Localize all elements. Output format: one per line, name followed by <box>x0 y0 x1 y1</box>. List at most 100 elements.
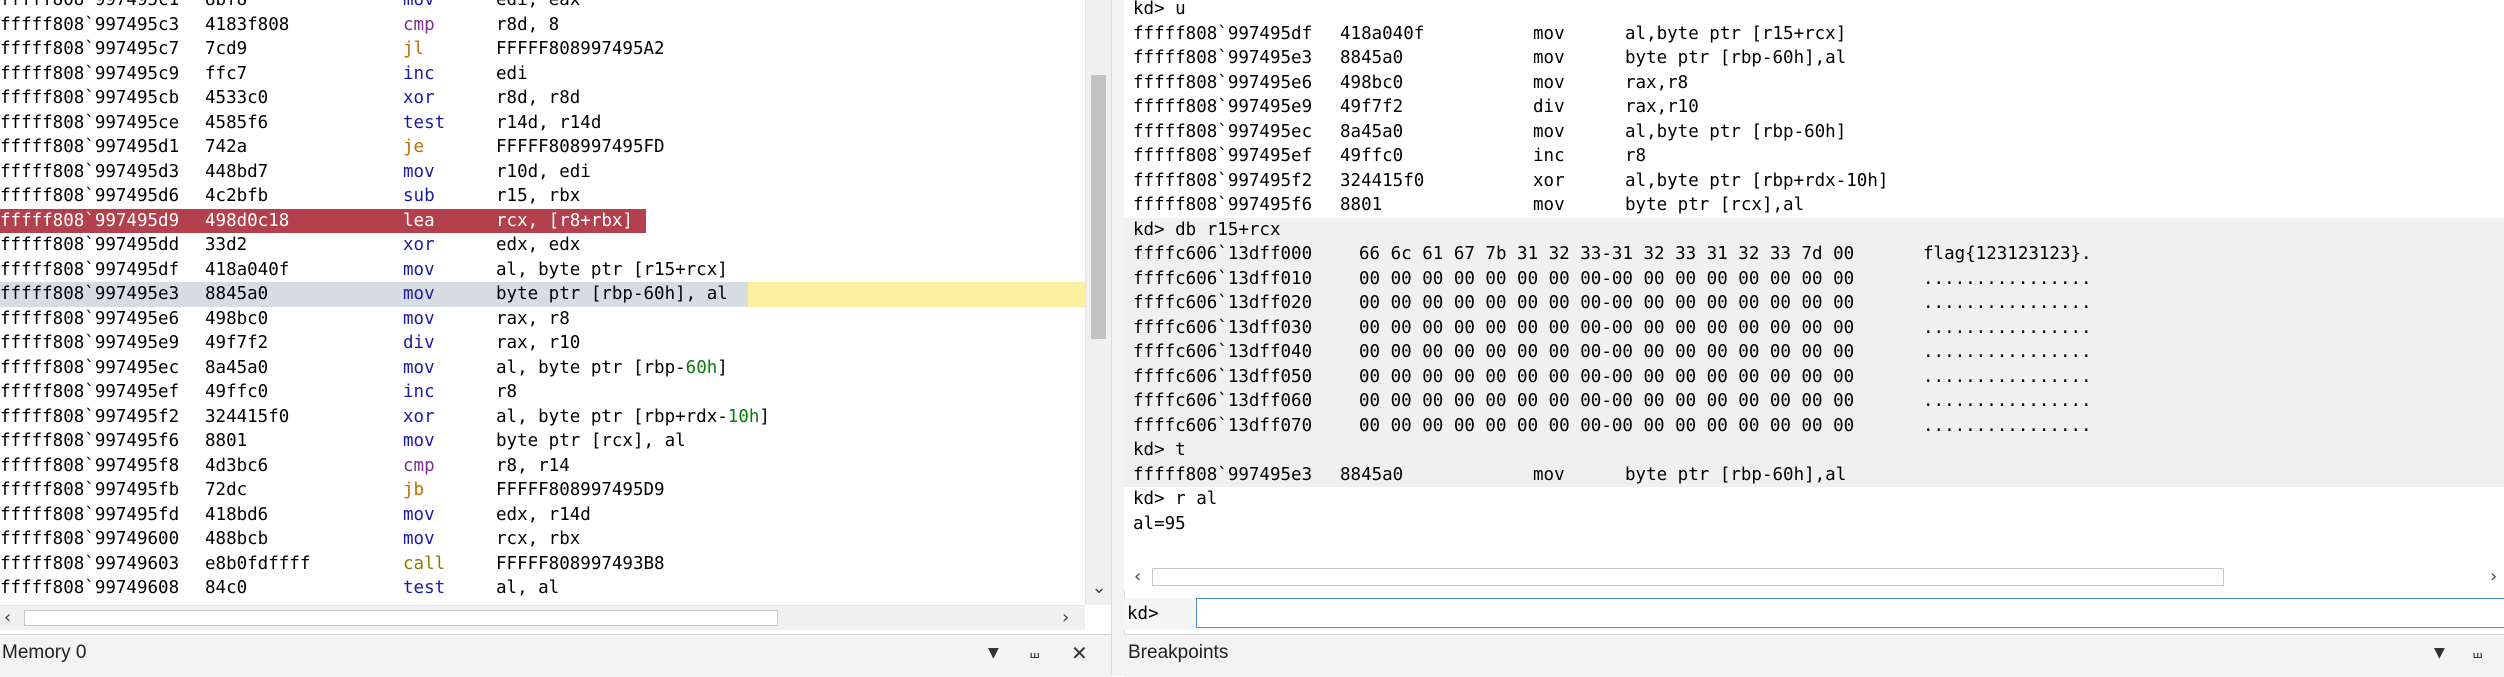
current-instruction-highlight-tail <box>748 282 1085 307</box>
output-column-c1: ffffc606`13dff000 <box>1133 244 1313 264</box>
instruction-operands: r10d, edi <box>496 160 591 185</box>
instruction-operands: r14d, r14d <box>496 111 601 136</box>
close-icon[interactable]: ✕ <box>1071 640 1088 666</box>
disassembly-vertical-scroll-thumb[interactable] <box>1091 75 1106 339</box>
output-column-c1: fffff808`997495f6 <box>1133 195 1313 215</box>
instruction-operands: FFFFF808997493B8 <box>496 552 665 577</box>
instruction-address: fffff808`99749603 <box>0 553 180 574</box>
output-column-c4: al,byte ptr [rbp-60h] <box>1625 121 1847 142</box>
output-column-c1: ffffc606`13dff030 <box>1133 317 1313 338</box>
instruction-bytes: 742a <box>205 137 248 157</box>
instruction-bytes: 418bd6 <box>205 504 269 525</box>
instruction-bytes: 8bf8 <box>205 0 248 10</box>
instruction-operands: FFFFF808997495FD <box>496 135 665 160</box>
command-input-bar: kd> <box>1124 598 2504 630</box>
breakpoints-panel-title: Breakpoints <box>1128 642 1229 663</box>
output-column-c1: al=95 <box>1133 513 1186 534</box>
instruction-mnemonic: div <box>403 333 435 353</box>
operand-text: byte ptr [rbp-60h], al <box>496 284 728 304</box>
output-column-c3: mov <box>1533 195 1565 215</box>
instruction-operands: edx, edx <box>496 233 580 258</box>
operand-text: FFFFF808997493B8 <box>496 553 665 574</box>
instruction-mnemonic: test <box>403 578 446 598</box>
memory-panel-tab[interactable]: Memory 0 ▼ ⧢ ✕ <box>0 634 1111 677</box>
instruction-operands: r8 <box>496 380 517 405</box>
disassembly-horizontal-scrollbar[interactable]: ‹ › <box>0 605 1085 630</box>
scroll-left-arrow-icon[interactable]: ‹ <box>4 606 20 630</box>
output-column-c1: fffff808`997495e9 <box>1133 97 1313 117</box>
output-column-c3: ................ <box>1923 391 2092 411</box>
instruction-mnemonic: xor <box>403 235 435 255</box>
instruction-bytes: 8a45a0 <box>205 357 269 378</box>
output-column-c3: inc <box>1533 146 1565 166</box>
scroll-right-arrow-icon[interactable]: › <box>1062 606 1078 630</box>
instruction-operands: r8d, r8d <box>496 86 580 111</box>
instruction-mnemonic: mov <box>403 504 435 525</box>
scroll-left-arrow-icon[interactable]: ‹ <box>1134 565 1141 589</box>
instruction-mnemonic: mov <box>403 259 435 280</box>
output-column-c4: al,byte ptr [rbp+rdx-10h] <box>1625 170 1889 191</box>
instruction-operands: r8d, 8 <box>496 13 559 38</box>
pane-splitter[interactable] <box>1111 0 1125 676</box>
operand-text: r14d, r14d <box>496 112 602 133</box>
operand-text: al, byte ptr [rbp+rdx- <box>496 406 728 427</box>
command-prompt: kd> <box>1127 604 1159 624</box>
output-column-c2: 324415f0 <box>1340 170 1425 191</box>
operand-text: r8 <box>496 382 518 402</box>
operand-text: edx, r14d <box>496 504 591 525</box>
instruction-bytes: 4183f808 <box>205 14 290 35</box>
instruction-bytes: 418a040f <box>205 259 290 280</box>
output-column-c4: byte ptr [rbp-60h],al <box>1625 464 1847 485</box>
instruction-operands: edi, eax <box>496 0 580 13</box>
command-output[interactable]: kd> u fffff808`997495df 418a040f mov al,byte… <box>1124 0 2504 563</box>
instruction-bytes: 84c0 <box>205 578 248 598</box>
instruction-mnemonic: mov <box>403 284 435 304</box>
output-column-c2: 66 6c 61 67 7b 31 32 33-31 32 33 31 32 3… <box>1359 244 1855 264</box>
operand-text: al, al <box>496 578 560 598</box>
instruction-address: fffff808`997495f8 <box>0 455 180 476</box>
breakpoints-panel-tab[interactable]: Breakpoints ▼ ⧢ <box>1124 634 2504 677</box>
output-column-c3: ................ <box>1923 415 2092 436</box>
disassembly-window[interactable]: fffff808`997495c1 8bf8 mov edi, eax fffff808… <box>0 0 1085 605</box>
instruction-operands: byte ptr [rcx], al <box>496 429 686 454</box>
instruction-mnemonic: mov <box>403 308 435 329</box>
instruction-mnemonic: mov <box>403 357 435 378</box>
output-column-c4: r8 <box>1625 146 1647 166</box>
instruction-address: fffff808`997495df <box>0 259 180 280</box>
operand-hex-literal: 60h <box>685 357 718 378</box>
instruction-address: fffff808`997495fd <box>0 504 180 525</box>
instruction-address: fffff808`997495dd <box>0 235 180 255</box>
pin-icon[interactable]: ⧢ <box>2473 640 2482 666</box>
output-column-c3: ................ <box>1923 317 2092 338</box>
output-column-c2: 00 00 00 00 00 00 00 00-00 00 00 00 00 0… <box>1359 342 1855 362</box>
instruction-bytes: 4585f6 <box>205 112 269 133</box>
output-column-c1: kd> t <box>1133 440 1186 460</box>
pin-icon[interactable]: ⧢ <box>1030 640 1039 666</box>
instruction-address: fffff808`997495c3 <box>0 14 180 35</box>
output-column-c1: fffff808`997495f2 <box>1133 170 1313 191</box>
instruction-mnemonic: mov <box>403 0 435 10</box>
operand-text: edi <box>496 63 528 84</box>
command-horizontal-scrollbar[interactable]: ‹ › <box>1124 563 2504 591</box>
command-horizontal-scroll-thumb[interactable] <box>1152 568 2224 586</box>
output-column-c3: ................ <box>1923 366 2092 387</box>
instruction-address: fffff808`99749608 <box>0 578 180 598</box>
instruction-address: fffff808`997495d6 <box>0 186 180 206</box>
instruction-operands: r8, r14 <box>496 454 570 479</box>
operand-text: r8d, r8d <box>496 88 581 108</box>
command-input[interactable] <box>1196 598 2504 628</box>
output-column-c3: div <box>1533 97 1565 117</box>
scroll-down-arrow-icon[interactable]: ⌄ <box>1089 578 1109 598</box>
instruction-operands: r15, rbx <box>496 184 580 209</box>
disassembly-vertical-scrollbar[interactable]: ⌄ <box>1085 0 1112 605</box>
instruction-address: fffff808`997495d9 <box>0 210 180 231</box>
output-column-c2: 49f7f2 <box>1340 97 1404 117</box>
operand-hex-literal: 10h <box>727 406 760 427</box>
output-column-c4: byte ptr [rcx],al <box>1625 195 1805 215</box>
instruction-bytes: 8801 <box>205 431 248 451</box>
scroll-right-arrow-icon[interactable]: › <box>2490 565 2497 589</box>
output-column-c4: byte ptr [rbp-60h],al <box>1625 48 1847 68</box>
chevron-down-icon[interactable]: ▼ <box>2434 640 2445 666</box>
disassembly-horizontal-scroll-thumb[interactable] <box>24 610 778 626</box>
chevron-down-icon[interactable]: ▼ <box>988 640 999 666</box>
